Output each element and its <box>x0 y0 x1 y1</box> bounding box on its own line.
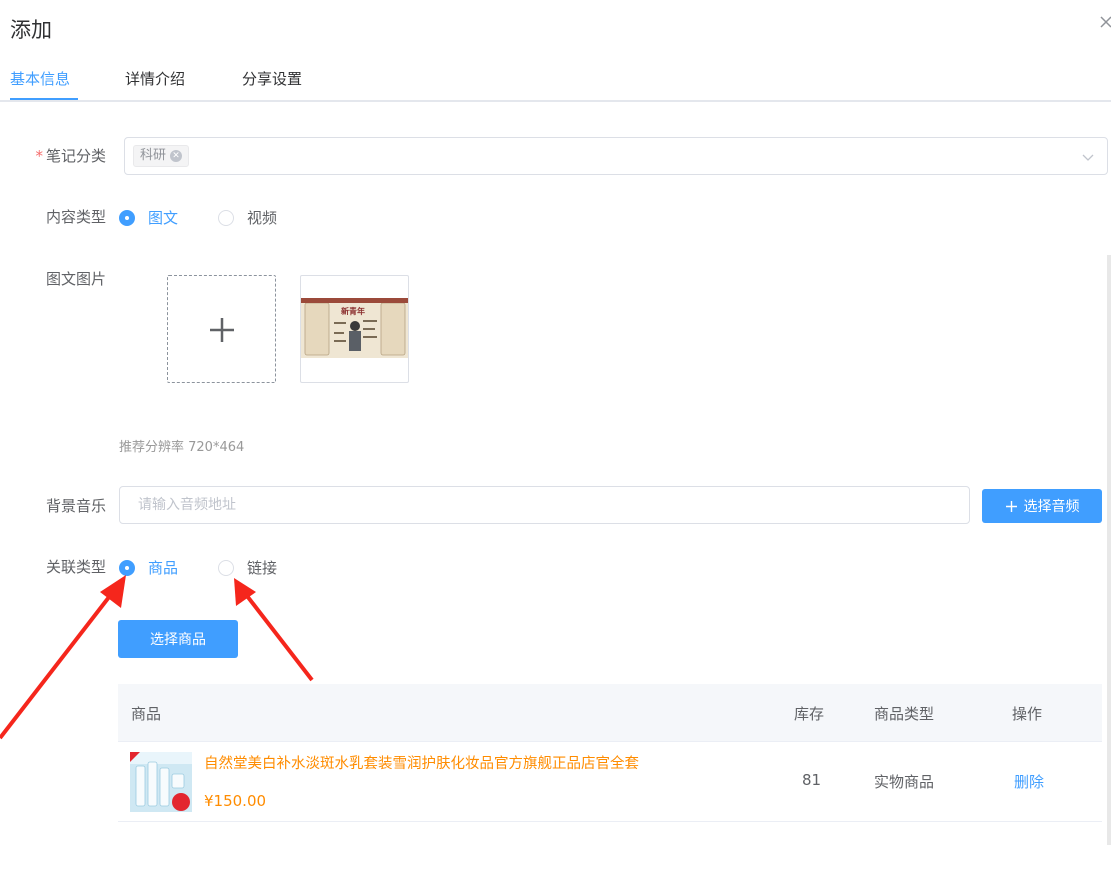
scrollbar-track[interactable] <box>1107 255 1111 845</box>
resolution-hint: 推荐分辨率 720*464 <box>119 440 245 455</box>
product-image <box>130 752 192 812</box>
product-type: 实物商品 <box>874 773 935 791</box>
radio-content-image-text[interactable]: 图文 <box>119 207 178 228</box>
required-mark: * <box>35 147 43 165</box>
product-table: 商品 库存 商品类型 操作 自然堂美白补水淡斑水乳套装雪润护肤化妆品官方旗舰正品… <box>118 684 1102 822</box>
radio-label: 视频 <box>247 209 278 227</box>
tab-detail-intro[interactable]: 详情介绍 <box>125 68 185 89</box>
delete-product-link[interactable]: 删除 <box>1014 771 1044 792</box>
content-type-label: 内容类型 <box>45 208 106 226</box>
product-price: ¥150.00 <box>204 792 267 810</box>
radio-dot <box>119 209 135 226</box>
tab-basic-info[interactable]: 基本信息 <box>10 68 70 89</box>
dialog-title: 添加 <box>10 18 52 42</box>
category-label: * 笔记分类 <box>6 145 106 166</box>
radio-link-url[interactable]: 链接 <box>218 557 277 578</box>
image-upload-button[interactable] <box>167 275 276 383</box>
tag-close-icon[interactable]: ✕ <box>170 150 183 162</box>
annotation-arrow-left-head <box>100 575 126 608</box>
category-tag-text: 科研 <box>140 148 167 163</box>
column-header-stock: 库存 <box>794 705 825 723</box>
column-header-type: 商品类型 <box>874 705 935 723</box>
close-icon[interactable] <box>1098 14 1111 30</box>
music-label: 背景音乐 <box>45 497 106 515</box>
svg-text:新青年: 新青年 <box>341 306 365 316</box>
music-url-input[interactable] <box>119 486 970 524</box>
annotation-arrow-right-head <box>234 578 256 606</box>
select-audio-label: 选择音频 <box>1023 499 1080 515</box>
column-header-action: 操作 <box>1012 705 1043 723</box>
link-type-label: 关联类型 <box>45 558 106 576</box>
radio-dot <box>218 559 234 576</box>
category-tag: 科研 ✕ <box>133 145 190 167</box>
plus-icon <box>1005 500 1017 512</box>
images-label: 图文图片 <box>45 270 106 288</box>
plus-icon <box>210 318 234 342</box>
product-name-link[interactable]: 自然堂美白补水淡斑水乳套装雪润护肤化妆品官方旗舰正品店官全套 <box>204 752 639 773</box>
radio-label: 链接 <box>247 559 278 577</box>
tab-share-settings[interactable]: 分享设置 <box>242 68 302 89</box>
product-stock: 81 <box>802 771 822 789</box>
radio-dot <box>218 209 234 226</box>
table-row: 自然堂美白补水淡斑水乳套装雪润护肤化妆品官方旗舰正品店官全套 ¥150.00 8… <box>118 742 1102 822</box>
chevron-down-icon[interactable] <box>1081 150 1095 164</box>
tab-bar: 基本信息 详情介绍 分享设置 <box>0 60 1111 102</box>
annotation-arrow-left-shaft <box>0 586 118 740</box>
annotation-arrow-right-shaft <box>242 590 314 682</box>
uploaded-image-thumbnail[interactable]: 新青年 <box>300 275 409 383</box>
radio-link-product[interactable]: 商品 <box>119 557 178 578</box>
radio-dot <box>119 559 135 576</box>
column-header-product: 商品 <box>131 705 162 723</box>
active-tab-indicator <box>10 98 78 100</box>
radio-content-video[interactable]: 视频 <box>218 207 277 228</box>
radio-label: 商品 <box>148 559 179 577</box>
poster-image: 新青年 <box>301 298 408 358</box>
table-header: 商品 库存 商品类型 操作 <box>118 684 1102 742</box>
category-label-text: 笔记分类 <box>45 147 106 165</box>
category-select[interactable]: 科研 ✕ <box>124 137 1108 175</box>
radio-label: 图文 <box>148 209 179 227</box>
select-product-button[interactable]: 选择商品 <box>118 620 238 658</box>
select-audio-button[interactable]: 选择音频 <box>982 489 1102 523</box>
